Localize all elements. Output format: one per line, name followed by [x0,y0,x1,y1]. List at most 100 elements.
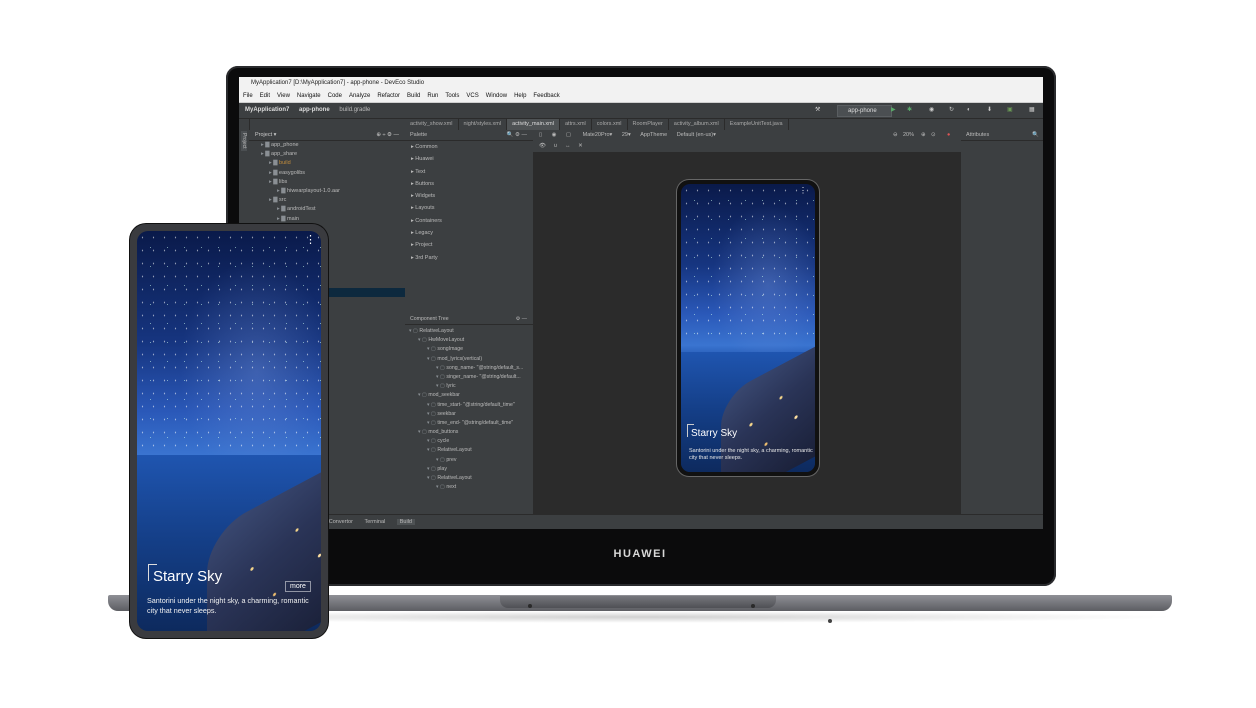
project-tree-item[interactable]: ▸ ▇ androidTest [249,205,405,214]
editor-tab[interactable]: attrs.xml [560,119,592,130]
component-tree-gear-icon[interactable]: ⚙ — [516,314,527,324]
menu-help[interactable]: Help [514,93,526,99]
component-tree-item[interactable]: ▾ ▢ next [405,483,533,492]
project-tree-item[interactable]: ▸ ▇ app_phone [249,141,405,150]
palette-category[interactable]: ▸ Buttons [405,178,533,190]
design-mode-icon[interactable]: ◉ [552,132,557,138]
menu-tools[interactable]: Tools [445,93,459,99]
component-tree-item[interactable]: ▾ ▢ RelativeLayout [405,474,533,483]
component-tree-item[interactable]: ▾ ▢ mod_lyrics(vertical) [405,355,533,364]
editor-tab[interactable]: activity_album.xml [669,119,725,130]
menu-analyze[interactable]: Analyze [349,93,370,99]
component-tree-item[interactable]: ▾ ▢ lyric [405,382,533,391]
component-tree-item[interactable]: ▾ ▢ mod_buttons [405,428,533,437]
hammer-icon[interactable]: ⚒ [815,103,820,118]
magnet-icon[interactable]: ∪ [554,143,558,149]
project-tree-item[interactable]: ▸ ▇ build [249,159,405,168]
menu-feedback[interactable]: Feedback [533,93,559,99]
preview-more-vert-icon[interactable]: ⋮ [799,186,807,195]
device-manager-icon[interactable]: ◐ [967,103,971,118]
breadcrumb-file[interactable]: build.gradle [339,107,370,113]
component-tree-item[interactable]: ▾ ▢ song_name- "@string/default_s... [405,364,533,373]
menu-navigate[interactable]: Navigate [297,93,321,99]
breadcrumb-module[interactable]: app-phone [299,107,330,113]
run-icon[interactable]: ▶ [891,103,896,118]
component-tree-item[interactable]: ▾ ▢ play [405,465,533,474]
theme-select[interactable]: AppTheme [640,132,667,138]
debug-icon[interactable]: ✱ [907,103,912,118]
menu-refactor[interactable]: Refactor [377,93,400,99]
phone-more-vert-icon[interactable]: ⋮ [305,233,316,246]
terminal-tab[interactable]: Terminal [364,519,385,525]
sync-icon[interactable]: ↻ [949,103,954,118]
build-tab[interactable]: Build [396,519,415,525]
menu-window[interactable]: Window [486,93,507,99]
phone-more-button[interactable]: more [285,581,311,592]
zoom-in-icon[interactable]: ⊕ [921,130,926,141]
palette-category[interactable]: ▸ Project [405,239,533,251]
project-tree-item[interactable]: ▸ ▇ app_share [249,150,405,159]
editor-tab[interactable]: night/styles.xml [459,119,508,130]
device-select[interactable]: Mate20Pro [583,132,610,138]
project-tree-item[interactable]: ▸ ▇ src [249,196,405,205]
menu-file[interactable]: File [243,93,253,99]
view-icon: ▾ ▢ [409,328,420,334]
component-tree-item[interactable]: ▾ ▢ HwMoveLayout [405,336,533,345]
palette-toolbar-icons[interactable]: 🔍 ⚙ — [507,130,527,140]
menu-edit[interactable]: Edit [260,93,270,99]
component-tree-item[interactable]: ▾ ▢ RelativeLayout [405,327,533,336]
connect-icon[interactable]: ↔ [565,143,571,149]
component-tree-item[interactable]: ▾ ▢ singer_name- "@string/default... [405,373,533,382]
palette-category[interactable]: ▸ Common [405,141,533,153]
component-tree-item[interactable]: ▾ ▢ cycle [405,437,533,446]
component-tree-item[interactable]: ▾ ▢ RelativeLayout [405,446,533,455]
palette-category[interactable]: ▸ Text [405,166,533,178]
editor-tab[interactable]: ExampleUnitTest.java [725,119,789,130]
palette-category[interactable]: ▸ Containers [405,215,533,227]
orientation-icon[interactable]: ▯ [539,132,542,138]
blueprint-icon[interactable]: ▢ [566,132,571,138]
view-icon: ▾ ▢ [436,373,447,380]
zoom-fit-icon[interactable]: ⊙ [931,130,936,141]
menu-view[interactable]: View [277,93,290,99]
api-select[interactable]: 29 [622,132,628,138]
component-tree-item[interactable]: ▾ ▢ mod_seekbar [405,391,533,400]
attributes-search-icon[interactable]: 🔍 [1032,130,1039,140]
locale-select[interactable]: Default (en-us) [677,132,713,138]
menu-build[interactable]: Build [407,93,420,99]
zoom-out-icon[interactable]: ⊖ [893,130,898,141]
project-tree-item[interactable]: ▸ ▇ hiwearplayout-1.0.aar [249,187,405,196]
layout-preview-screen[interactable]: ⋮ Starry Sky Santorini under the night s… [681,184,815,472]
palette-category[interactable]: ▸ Widgets [405,190,533,202]
palette-category[interactable]: ▸ Huawei [405,153,533,165]
clear-constraints-icon[interactable]: ✕ [578,143,583,149]
breadcrumb-project[interactable]: MyApplication7 [245,107,289,113]
gradle-icon[interactable]: ▣ [1007,103,1013,118]
error-icon[interactable]: ● [947,130,950,141]
editor-tab[interactable]: activity_show.xml [405,119,459,130]
menu-run[interactable]: Run [427,93,438,99]
menu-code[interactable]: Code [328,93,342,99]
menu-vcs[interactable]: VCS [466,93,478,99]
eye-icon[interactable]: 👁 [539,143,546,149]
project-tree-item[interactable]: ▸ ▇ easygolibs [249,169,405,178]
editor-tab[interactable]: colors.xml [592,119,628,130]
palette-category[interactable]: ▸ 3rd Party [405,252,533,264]
palette-category[interactable]: ▸ Legacy [405,227,533,239]
smartphone-screen[interactable]: ⋮ Starry Sky more Santorini under the ni… [137,231,321,631]
project-tree-item[interactable]: ▸ ▇ main [249,215,405,224]
sdk-manager-icon[interactable]: ⬇ [987,103,992,118]
component-tree-item[interactable]: ▾ ▢ seekbar [405,410,533,419]
project-tool-tab[interactable]: Project [241,131,247,151]
profile-icon[interactable]: ◉ [929,103,934,118]
run-configuration-select[interactable]: app-phone [837,105,892,117]
project-panel-title[interactable]: Project [255,132,272,138]
palette-category[interactable]: ▸ Layouts [405,202,533,214]
search-everywhere-icon[interactable]: ▦ [1029,103,1035,118]
component-tree-item[interactable]: ▾ ▢ songImage [405,345,533,354]
project-tree-item[interactable]: ▸ ▇ libs [249,178,405,187]
component-tree-item[interactable]: ▾ ▢ time_start- "@string/default_time" [405,401,533,410]
component-tree-item[interactable]: ▾ ▢ time_end- "@string/default_time" [405,419,533,428]
editor-tab[interactable]: RoomPlayer [628,119,669,130]
component-tree-item[interactable]: ▾ ▢ prev [405,456,533,465]
